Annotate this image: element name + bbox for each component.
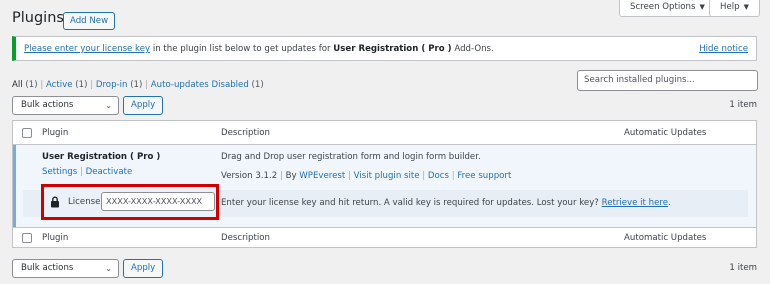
notice-text: in the plugin list below to get updates … [150,44,334,54]
deactivate-link[interactable]: Deactivate [86,167,133,177]
separator: | [90,80,94,90]
visit-site-link[interactable]: Visit plugin site [354,171,420,181]
screen-options-label: Screen Options [630,2,696,12]
column-plugin-footer: Plugin [42,233,69,243]
apply-button-bottom[interactable]: Apply [123,259,164,278]
lock-icon [51,196,59,208]
screen-options-button[interactable]: Screen Options ▼ [619,0,716,17]
items-count: 1 item [729,100,757,110]
plugin-meta: Version 3.1.2 | By WPEverest | Visit plu… [221,171,512,181]
bulk-actions-value: Bulk actions [21,100,74,110]
license-label: License: [68,197,104,207]
column-auto-updates: Automatic Updates [624,128,707,138]
chevron-down-icon: ⌄ [105,264,112,273]
retrieve-key-link[interactable]: Retrieve it here [602,198,668,208]
column-plugin: Plugin [42,128,69,138]
notice-text-end: Add-Ons. [451,44,494,54]
help-label: Help [720,2,740,12]
caret-down-icon: ▼ [699,3,705,11]
license-key-input[interactable]: XXXX-XXXX-XXXX-XXXX [101,192,215,211]
plugins-table: Plugin Description Automatic Updates Use… [12,120,757,248]
filter-auto-updates-disabled[interactable]: Auto-updates Disabled (1) [151,80,264,90]
column-description-footer: Description [221,233,270,243]
filter-active[interactable]: Active (1) [46,80,88,90]
items-count-bottom: 1 item [729,263,757,273]
select-all-checkbox-bottom[interactable] [22,233,32,243]
page-title: Plugins [12,10,64,26]
separator: | [40,80,44,90]
filter-drop-in[interactable]: Drop-in (1) [96,80,143,90]
filter-all[interactable]: All (1) [12,80,38,90]
help-button[interactable]: Help ▼ [709,0,760,17]
add-new-button[interactable]: Add New [63,12,116,30]
enter-license-link[interactable]: Please enter your license key [24,44,150,54]
search-input[interactable]: Search installed plugins... [577,70,758,91]
license-highlight: License: XXXX-XXXX-XXXX-XXXX [41,184,219,220]
select-all-checkbox[interactable] [22,128,32,138]
docs-link[interactable]: Docs [428,171,449,181]
column-auto-updates-footer: Automatic Updates [624,233,707,243]
caret-down-icon: ▼ [743,3,749,11]
bulk-actions-value: Bulk actions [21,263,74,273]
plugin-name: User Registration ( Pro ) [42,152,161,162]
bulk-actions-select[interactable]: Bulk actions ⌄ [12,96,119,115]
bulk-actions-select-bottom[interactable]: Bulk actions ⌄ [12,259,119,278]
plugin-actions: Settings | Deactivate [42,167,133,177]
license-help-text: Enter your license key and hit return. A… [221,198,671,208]
license-notice: Please enter your license key in the plu… [12,36,757,61]
chevron-down-icon: ⌄ [105,101,112,110]
author-link[interactable]: WPEverest [299,171,345,181]
plugin-filters: All (1) | Active (1) | Drop-in (1) | Aut… [12,80,264,90]
divider [13,227,756,228]
free-support-link[interactable]: Free support [457,171,511,181]
hide-notice-link[interactable]: Hide notice [699,44,748,54]
plugin-description: Drag and Drop user registration form and… [221,152,481,162]
settings-link[interactable]: Settings [42,167,77,177]
separator: | [145,80,149,90]
notice-plugin-name: User Registration ( Pro ) [333,44,452,54]
apply-button[interactable]: Apply [123,96,164,115]
column-description: Description [221,128,270,138]
